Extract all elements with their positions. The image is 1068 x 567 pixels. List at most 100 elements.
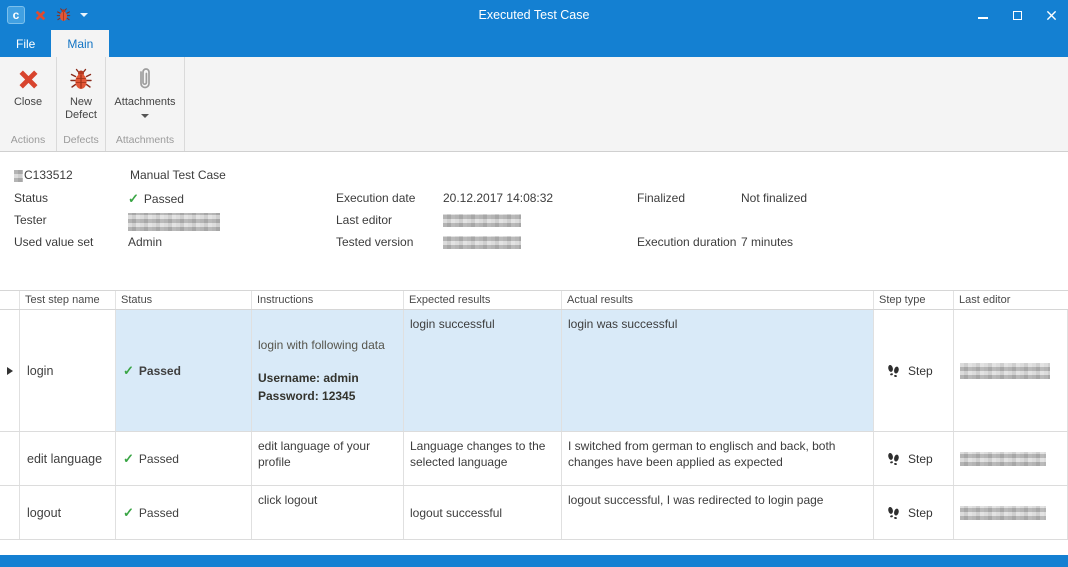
expected-results-text: login successful	[410, 316, 555, 332]
cell-expected-results[interactable]: logout successful	[404, 486, 562, 539]
redacted-value	[443, 236, 521, 249]
status-text: Passed	[139, 452, 179, 466]
cell-expected-results[interactable]: Language changes to the selected languag…	[404, 432, 562, 485]
credential-password: Password: 12345	[258, 387, 397, 405]
close-window-button[interactable]	[1044, 8, 1058, 22]
actual-results-text: login was successful	[568, 316, 867, 332]
cell-status[interactable]: ✓ Passed	[116, 310, 252, 431]
window-title: Executed Test Case	[0, 8, 1068, 22]
step-type-text: Step	[908, 506, 933, 520]
tester-value	[128, 213, 220, 231]
credential-username-label: Username:	[258, 371, 320, 385]
close-button[interactable]: Close	[8, 57, 48, 134]
ribbon-group-actions: Close Actions	[0, 57, 57, 151]
window-controls	[976, 0, 1058, 30]
cell-step-type[interactable]: Step	[874, 310, 954, 431]
status-text: Passed	[139, 506, 179, 520]
used-value-set-label: Used value set	[14, 235, 93, 249]
testcase-type: Manual Test Case	[130, 168, 226, 182]
cell-actual-results[interactable]: login was successful	[562, 310, 874, 431]
attachments-dropdown-icon	[141, 114, 149, 118]
maximize-button[interactable]	[1010, 8, 1024, 22]
expected-results-text: Language changes to the selected languag…	[410, 438, 555, 470]
tab-file[interactable]: File	[0, 30, 51, 57]
bug-qat-icon[interactable]	[56, 7, 71, 23]
redacted-value	[960, 506, 1046, 520]
step-name-text: login	[27, 364, 53, 378]
testcase-id-text: C133512	[24, 168, 73, 182]
tab-main[interactable]: Main	[51, 30, 109, 57]
cell-status[interactable]: ✓Passed	[116, 432, 252, 485]
footprints-icon	[886, 451, 901, 466]
ribbon-group-label-actions: Actions	[0, 134, 56, 151]
cell-test-step-name[interactable]: login	[20, 310, 116, 431]
step-name-text: edit language	[27, 452, 102, 466]
grid-header-step-type[interactable]: Step type	[874, 291, 954, 309]
cell-actual-results[interactable]: logout successful, I was redirected to l…	[562, 486, 874, 539]
execution-duration-label: Execution duration	[637, 235, 736, 249]
redacted-value	[443, 214, 521, 227]
table-row-login[interactable]: login ✓ Passed login with following data …	[0, 310, 1068, 432]
close-button-label: Close	[14, 96, 42, 109]
execution-date-label: Execution date	[336, 191, 415, 205]
grid-header-expected-results[interactable]: Expected results	[404, 291, 562, 309]
status-label: Status	[14, 191, 48, 205]
status-value-text: Passed	[144, 192, 184, 206]
minimize-button[interactable]	[976, 8, 990, 22]
grid-header-test-step-name[interactable]: Test step name	[20, 291, 116, 309]
cell-instructions[interactable]: edit language of your profile	[252, 432, 404, 485]
cell-step-type[interactable]: Step	[874, 486, 954, 539]
cell-last-editor[interactable]	[954, 486, 1068, 539]
grid-header-row: Test step name Status Instructions Expec…	[0, 290, 1068, 310]
titlebar: c Executed Test Case	[0, 0, 1068, 30]
attachments-button[interactable]: Attachments	[108, 57, 181, 134]
status-text: Passed	[139, 364, 181, 378]
cell-instructions[interactable]: click logout	[252, 486, 404, 539]
redacted-value	[960, 452, 1046, 466]
cell-test-step-name[interactable]: edit language	[20, 432, 116, 485]
grid-header-last-editor[interactable]: Last editor	[954, 291, 1068, 309]
row-selector-cell	[0, 432, 20, 485]
instructions-text: login with following data	[258, 337, 397, 354]
app-logo-icon[interactable]: c	[7, 6, 25, 24]
check-icon: ✓	[123, 505, 134, 521]
close-icon	[1046, 10, 1057, 21]
attachments-button-label: Attachments	[114, 96, 175, 109]
ribbon-tabrow: File Main	[0, 30, 1068, 57]
finalized-label: Finalized	[637, 191, 685, 205]
grid-header-instructions[interactable]: Instructions	[252, 291, 404, 309]
cell-instructions[interactable]: login with following data Username: admi…	[252, 310, 404, 431]
cell-test-step-name[interactable]: logout	[20, 486, 116, 539]
last-editor-label: Last editor	[336, 213, 392, 227]
minimize-icon	[978, 17, 988, 19]
check-icon: ✓	[123, 363, 134, 379]
execution-duration-value: 7 minutes	[741, 235, 793, 249]
redacted-value	[960, 363, 1050, 379]
grid-header-actual-results[interactable]: Actual results	[562, 291, 874, 309]
cell-step-type[interactable]: Step	[874, 432, 954, 485]
cell-last-editor[interactable]	[954, 432, 1068, 485]
testcase-id: C133512	[14, 168, 73, 182]
cell-last-editor[interactable]	[954, 310, 1068, 431]
table-row-logout[interactable]: logout ✓ Passed click logout logout succe…	[0, 486, 1068, 540]
last-editor-value	[443, 213, 521, 227]
cell-actual-results[interactable]: I switched from german to englisch and b…	[562, 432, 874, 485]
grid-header-status[interactable]: Status	[116, 291, 252, 309]
ribbon: Close Actions	[0, 57, 1068, 152]
app-logo-letter: c	[13, 8, 20, 22]
footprints-icon	[886, 363, 901, 378]
actual-results-text: logout successful, I was redirected to l…	[568, 492, 867, 508]
cell-status[interactable]: ✓ Passed	[116, 486, 252, 539]
ribbon-group-defects: New Defect Defects	[57, 57, 106, 151]
app-window: c Executed Test Case	[0, 0, 1068, 567]
cell-expected-results[interactable]: login successful	[404, 310, 562, 431]
grid-header-gutter	[0, 291, 20, 309]
redacted-value	[14, 170, 23, 182]
new-defect-button[interactable]: New Defect	[57, 57, 105, 134]
table-row-edit-language[interactable]: edit language ✓Passed edit language of y…	[0, 432, 1068, 486]
close-testcase-qat-icon[interactable]	[34, 9, 47, 22]
current-row-arrow-icon	[7, 367, 13, 375]
step-type-text: Step	[908, 364, 933, 378]
qat-dropdown-icon[interactable]	[80, 13, 88, 17]
credential-password-label: Password:	[258, 389, 319, 403]
